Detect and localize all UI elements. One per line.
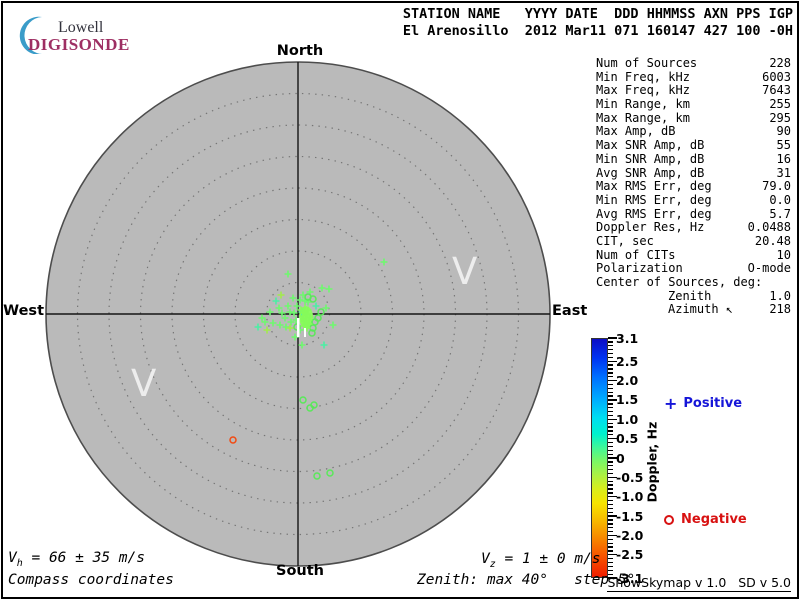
stat-row: Min Range, km 255 xyxy=(596,97,791,112)
stat-value: 55 xyxy=(776,138,791,153)
stat-label: Avg SNR Amp, dB xyxy=(596,165,705,180)
zenith-range-note: Zenith: max 40° step 5° xyxy=(417,572,636,588)
center-of-sources-marker xyxy=(297,318,300,337)
stat-row: Center of Sources, deg: xyxy=(596,275,791,290)
stat-label: Polarization xyxy=(596,261,683,276)
legend-positive: + Positive xyxy=(664,394,742,413)
circle-marker-icon xyxy=(664,514,674,525)
logo-brand-bottom: DIGISONDE xyxy=(28,35,130,54)
stat-label: Max Amp, dB xyxy=(596,124,676,139)
stat-row: Azimuth ↖ 218 xyxy=(596,303,791,317)
stat-row: Num of CITs 10 xyxy=(596,247,791,263)
coordinates-note: Compass coordinates xyxy=(8,572,174,588)
stat-row: Max Freq, kHz 7643 xyxy=(596,84,791,98)
stat-value: 0.0 xyxy=(769,192,791,207)
version-label: ShowSkymap v 1.0 SD v 5.0 xyxy=(607,575,791,592)
stat-row: Zenith 1.0 xyxy=(596,288,791,304)
stat-label: Min Range, km xyxy=(596,97,690,112)
stat-value: 218 xyxy=(769,302,791,317)
stat-row: Avg RMS Err, deg 5.7 xyxy=(596,206,791,222)
stat-row: Polarization O-mode xyxy=(596,262,791,276)
stat-label: Min SNR Amp, dB xyxy=(596,151,705,166)
legend-positive-label: Positive xyxy=(683,396,743,411)
center-of-sources-marker xyxy=(304,328,306,337)
stat-value: 20.48 xyxy=(754,233,791,248)
colorbar-axis-label: Doppler, Hz xyxy=(644,421,660,503)
stat-label: Max Range, km xyxy=(596,110,690,125)
stat-value: 228 xyxy=(769,56,791,70)
stat-label: Doppler Res, Hz xyxy=(596,220,705,235)
legend-negative: Negative xyxy=(664,512,747,527)
v-watermark: V xyxy=(452,250,477,293)
stat-value: 0.0488 xyxy=(747,220,791,235)
stat-label: Max SNR Amp, dB xyxy=(596,138,705,153)
stat-label: Max RMS Err, deg xyxy=(596,179,712,194)
stat-row: Min SNR Amp, dB 16 xyxy=(596,151,791,167)
stat-label: Avg RMS Err, deg xyxy=(596,206,712,221)
compass-label-west: West xyxy=(3,303,44,319)
stat-label: Num of Sources xyxy=(596,56,698,70)
stat-row: Max RMS Err, deg 79.0 xyxy=(596,179,791,194)
stat-value: 295 xyxy=(769,110,791,125)
stat-value: 79.0 xyxy=(762,179,791,194)
stat-row: Min RMS Err, deg 0.0 xyxy=(596,192,791,208)
logo: Lowell DIGISONDE xyxy=(10,8,200,55)
stat-value: 10 xyxy=(776,247,791,262)
stat-label: CIT, sec xyxy=(596,233,654,248)
colorbar-gradient xyxy=(591,338,608,578)
legend-negative-label: Negative xyxy=(681,512,747,527)
horizontal-velocity-readout: Vh = 66 ± 35 m/s xyxy=(8,550,145,569)
stat-value: 31 xyxy=(776,165,791,180)
stat-row: CIT, sec 20.48 xyxy=(596,233,791,249)
stat-label: Num of CITs xyxy=(596,247,676,262)
stat-value: 255 xyxy=(769,97,791,112)
compass-label-north: North xyxy=(276,43,324,59)
vertical-velocity-readout: Vz = 1 ± 0 m/s xyxy=(481,551,601,570)
stats-panel: Num of Sources 228 Min Freq, kHz 6003 Max Fr… xyxy=(596,56,791,317)
stat-value: O-mode xyxy=(747,261,791,276)
v-watermark: V xyxy=(131,362,156,405)
stat-value: 90 xyxy=(776,124,791,139)
stat-row: Max Amp, dB 90 xyxy=(596,125,791,139)
stat-row: Max Range, km 295 xyxy=(596,110,791,126)
stat-row: Max SNR Amp, dB 55 xyxy=(596,138,791,153)
stat-value: 16 xyxy=(776,151,791,166)
stat-row: Avg SNR Amp, dB 31 xyxy=(596,165,791,181)
compass-label-south: South xyxy=(276,563,324,579)
stat-label: Azimuth ↖ xyxy=(668,302,734,317)
stat-label: Max Freq, kHz xyxy=(596,83,690,98)
stat-label: Min Freq, kHz xyxy=(596,69,690,84)
stat-row: Doppler Res, Hz 0.0488 xyxy=(596,221,791,235)
stat-label: Zenith xyxy=(668,288,712,303)
stat-value: 7643 xyxy=(762,83,791,98)
stat-value: 5.7 xyxy=(769,206,791,221)
stat-label: Center of Sources, deg: xyxy=(596,275,763,289)
stat-value: 6003 xyxy=(762,69,791,84)
compass-label-east: East xyxy=(552,303,588,319)
stat-value: 1.0 xyxy=(769,288,791,303)
stat-row: Min Freq, kHz 6003 xyxy=(596,69,791,85)
plus-marker-icon: + xyxy=(664,394,678,413)
header-values: El Arenosillo 2012 Mar11 071 160147 427 … xyxy=(402,23,793,39)
stat-row: Num of Sources 228 xyxy=(596,56,791,71)
header-columns: STATION NAME YYYY DATE DDD HHMMSS AXN PP… xyxy=(402,6,793,22)
stat-label: Min RMS Err, deg xyxy=(596,192,712,207)
